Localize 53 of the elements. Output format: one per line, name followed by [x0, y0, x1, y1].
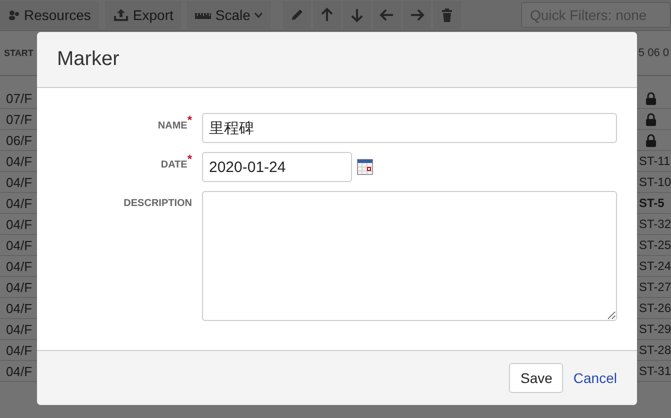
task-id: ST-28 [638, 343, 671, 357]
arrow-left-button[interactable] [373, 1, 402, 29]
arrow-down-icon [349, 7, 366, 23]
arrow-up-button[interactable] [313, 1, 342, 29]
upload-icon [112, 8, 129, 22]
arrow-right-button[interactable] [403, 1, 432, 29]
date-cell-text: 07/F [5, 112, 32, 126]
lock-icon [645, 134, 657, 146]
lock-icon [645, 112, 657, 126]
date-cell-text: 04/F [5, 322, 32, 336]
date-cell-text: 04/F [5, 280, 32, 294]
trash-button[interactable] [433, 1, 462, 29]
task-id: ST-29 [638, 322, 671, 336]
arrow-down-button[interactable] [343, 1, 372, 29]
field-label: DESCRIPTION [124, 197, 192, 209]
task-id: ST-26 [638, 301, 671, 315]
timeline-header: 5 06 0 [638, 47, 669, 59]
date-cell-text: 04/F [5, 238, 32, 252]
description-field[interactable] [202, 191, 617, 321]
calendar-icon[interactable] [357, 159, 373, 175]
date-cell-text: 04/F [5, 154, 32, 168]
task-id: ST-31 [638, 364, 671, 378]
task-id: ST-11 [638, 154, 670, 168]
date-cell-text: 04/F [5, 174, 32, 190]
date-cell-text: 04/F [5, 216, 32, 232]
caret-icon [254, 12, 264, 18]
task-id: ST-5 [638, 196, 664, 210]
date-field[interactable]: 2020-01-24 [202, 152, 352, 182]
task-id: ST-25 [638, 238, 671, 252]
save-button[interactable]: Save [509, 363, 564, 393]
date-cell-text: 04/F [5, 364, 32, 378]
date-cell-text: 04/F [5, 196, 32, 210]
name-field[interactable]: 里程碑 [202, 113, 617, 143]
task-id: ST-32 [638, 217, 671, 231]
date-cell-text: 07/F [5, 90, 32, 106]
arrow-right-icon [409, 7, 426, 23]
task-id: ST-24 [638, 259, 671, 273]
date-cell-text: 06/F [5, 132, 32, 148]
date-cell-text: 04/F [5, 300, 32, 316]
dialog-title: Marker [57, 48, 120, 71]
date-cell-text: 04/F [5, 258, 32, 274]
pencil-button[interactable] [283, 1, 312, 29]
cancel-link[interactable]: Cancel [573, 370, 617, 386]
arrow-left-icon [379, 7, 396, 23]
pencil-icon [289, 7, 306, 23]
arrow-up-icon [319, 7, 336, 23]
task-id: ST-10 [638, 175, 671, 189]
people-icon [8, 9, 20, 21]
column-header: START [4, 48, 34, 58]
ruler-icon [195, 11, 212, 19]
task-id: ST-27 [638, 280, 671, 294]
date-cell-text: 04/F [5, 342, 32, 358]
lock-icon [645, 92, 657, 104]
